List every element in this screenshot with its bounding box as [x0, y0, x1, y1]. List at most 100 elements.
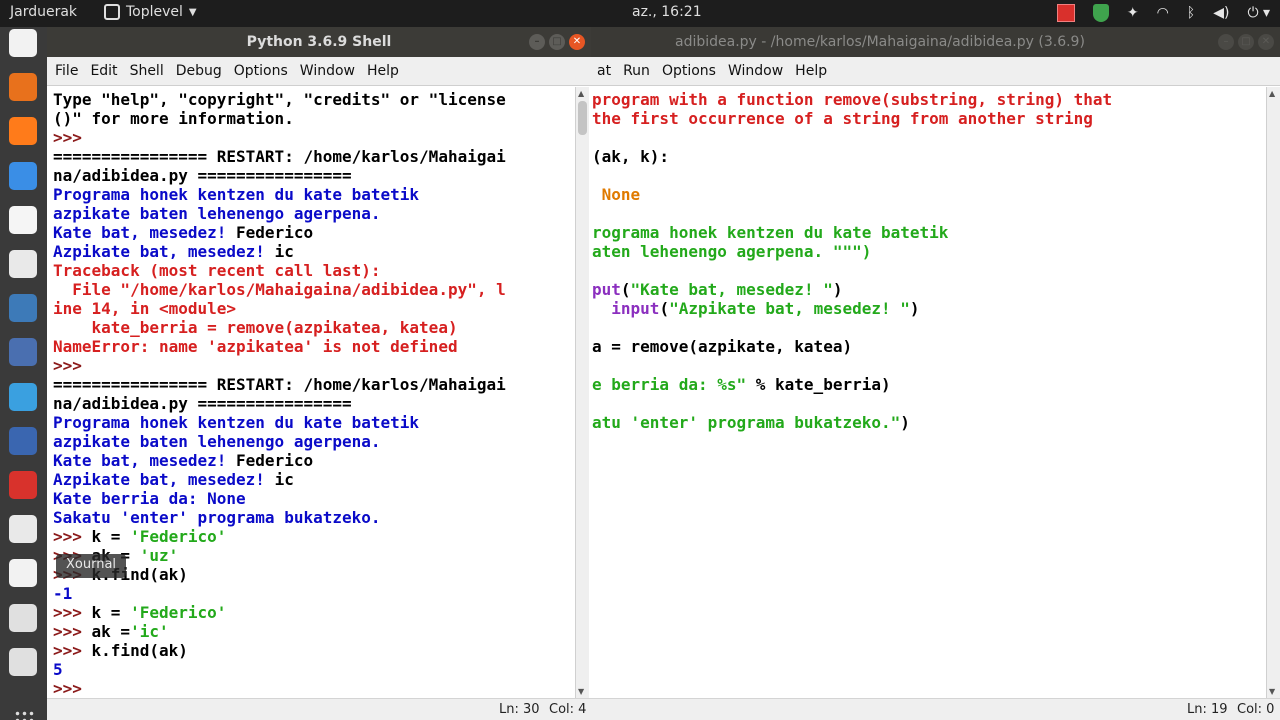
menu-edit[interactable]: Edit	[84, 63, 123, 79]
maximize-icon[interactable]: □	[1238, 34, 1254, 50]
menu-options[interactable]: Options	[656, 63, 722, 79]
editor-menubar: at Run Options Window Help	[591, 57, 1280, 86]
editor-title: adibidea.py - /home/karlos/Mahaigaina/ad…	[675, 34, 1085, 50]
python-icon[interactable]	[9, 294, 37, 323]
app-menu[interactable]: Toplevel ▼	[104, 4, 197, 20]
menu-help[interactable]: Help	[361, 63, 405, 79]
code-token: File "/home/karlos/Mahaigaina/adibidea.p…	[53, 280, 506, 299]
code-token: ic	[274, 242, 294, 261]
maxima-icon[interactable]	[9, 338, 37, 367]
scroll-up-icon[interactable]: ▲	[1269, 89, 1275, 98]
menu-window[interactable]: Window	[722, 63, 789, 79]
shell-scrollbar[interactable]: ▲ ▼	[575, 87, 589, 698]
clock[interactable]: az., 16:21	[632, 4, 702, 20]
menu-options[interactable]: Options	[228, 63, 294, 79]
document-icon[interactable]	[9, 205, 37, 234]
minimize-icon[interactable]: –	[1218, 34, 1234, 50]
menu-window[interactable]: Window	[294, 63, 361, 79]
chess-icon[interactable]	[9, 471, 37, 499]
maximize-icon[interactable]: □	[549, 34, 565, 50]
code-line: >>> k = 'Federico'	[53, 603, 573, 622]
code-line: Sakatu 'enter' programa bukatzeko.	[53, 508, 573, 527]
code-token: 'Federico'	[130, 603, 227, 622]
firefox-icon[interactable]	[9, 117, 37, 146]
scroll-down-icon[interactable]: ▼	[1269, 687, 1275, 696]
code-token: Federico	[236, 223, 314, 242]
chevron-down-icon: ▼	[188, 6, 197, 18]
shield-icon[interactable]	[1092, 4, 1109, 22]
shell-titlebar[interactable]: Python 3.6.9 Shell – □ ✕	[47, 27, 591, 57]
editor-code[interactable]: program with a function remove(substring…	[592, 90, 1264, 698]
code-line: azpikate baten lehenengo agerpena.	[53, 432, 573, 451]
editor-window-controls: – □ ✕	[1218, 34, 1274, 50]
record-indicator-icon[interactable]	[1056, 4, 1075, 22]
code-token: )	[909, 299, 920, 318]
code-line: the first occurrence of a string from an…	[592, 109, 1264, 128]
code-token: rograma honek kentzen du kate batetik	[592, 223, 949, 242]
code-token: Kate berria da: None	[53, 489, 246, 508]
wifi-icon[interactable]: ◠	[1157, 5, 1169, 21]
close-icon[interactable]: ✕	[569, 34, 585, 50]
status-col: Col: 0	[1237, 702, 1275, 717]
menu-run[interactable]: Run	[617, 63, 656, 79]
code-line: >>> k.find(ak)	[53, 565, 573, 584]
code-token: >>>	[53, 603, 92, 622]
status-col: Col: 4	[549, 702, 587, 717]
code-token: k.find(ak)	[91, 641, 188, 660]
menu-help[interactable]: Help	[789, 63, 833, 79]
shell-window-controls: – □ ✕	[529, 34, 585, 50]
show-applications-icon[interactable]	[14, 710, 34, 720]
editor-window: adibidea.py - /home/karlos/Mahaigaina/ad…	[591, 27, 1280, 720]
scroll-up-icon[interactable]: ▲	[578, 89, 584, 98]
editor-statusbar: Ln: 19 Col: 0	[591, 698, 1280, 720]
top-bar: Jarduerak Toplevel ▼ az., 16:21 ✦ ◠ ᛒ ◀)…	[0, 0, 1280, 27]
menu-file[interactable]: File	[49, 63, 84, 79]
bluetooth-icon[interactable]: ᛒ	[1187, 5, 1195, 21]
sync-icon[interactable]	[9, 382, 37, 411]
software-center-icon[interactable]	[9, 73, 37, 102]
thunderbird-icon[interactable]	[9, 161, 37, 190]
code-line: File "/home/karlos/Mahaigaina/adibidea.p…	[53, 280, 573, 299]
activities-button[interactable]: Jarduerak	[10, 4, 77, 20]
code-token: )	[900, 413, 910, 432]
editor-icon[interactable]	[9, 603, 37, 632]
code-token: put	[592, 280, 621, 299]
shell-title: Python 3.6.9 Shell	[246, 34, 392, 50]
volume-icon[interactable]: ◀)	[1213, 5, 1229, 21]
code-token: Traceback (most recent call last):	[53, 261, 381, 280]
code-token: % kate_berria)	[746, 375, 891, 394]
eog-icon[interactable]	[9, 250, 37, 278]
menu-shell[interactable]: Shell	[124, 63, 170, 79]
editor-titlebar[interactable]: adibidea.py - /home/karlos/Mahaigaina/ad…	[591, 27, 1280, 57]
code-token: atu 'enter' programa bukatzeko."	[592, 413, 901, 432]
status-line: Ln: 19	[1187, 702, 1228, 717]
code-line: program with a function remove(substring…	[592, 90, 1264, 109]
shell-output[interactable]: Type "help", "copyright", "credits" or "…	[53, 90, 573, 698]
xournal-icon[interactable]	[9, 559, 37, 588]
writer-icon[interactable]	[9, 515, 37, 544]
minimize-icon[interactable]: –	[529, 34, 545, 50]
code-line: rograma honek kentzen du kate batetik	[592, 223, 1264, 242]
menu-debug[interactable]: Debug	[170, 63, 228, 79]
code-line: azpikate baten lehenengo agerpena.	[53, 204, 573, 223]
menu-at[interactable]: at	[591, 63, 617, 79]
editor2-icon[interactable]	[9, 647, 37, 676]
code-token: 5	[53, 660, 63, 679]
code-token: ================ RESTART: /home/karlos/M…	[53, 375, 506, 394]
code-line: na/adibidea.py ================	[53, 166, 573, 185]
code-token: >>>	[53, 641, 92, 660]
scroll-thumb[interactable]	[578, 101, 587, 135]
code-line: atu 'enter' programa bukatzeko.")	[592, 413, 1264, 432]
code-token: ================ RESTART: /home/karlos/M…	[53, 147, 506, 166]
files-icon[interactable]	[9, 29, 37, 57]
power-icon[interactable]: ⏻ ▾	[1247, 5, 1270, 21]
code-line: a = remove(azpikate, katea)	[592, 337, 1264, 356]
dropbox-icon[interactable]: ✦	[1127, 5, 1139, 21]
editor-scrollbar[interactable]: ▲ ▼	[1266, 87, 1280, 698]
close-icon[interactable]: ✕	[1258, 34, 1274, 50]
code-token: "Kate bat, mesedez! "	[630, 280, 833, 299]
code-token: azpikate baten lehenengo agerpena.	[53, 204, 381, 223]
scroll-down-icon[interactable]: ▼	[578, 687, 584, 696]
r-icon[interactable]	[9, 426, 37, 455]
